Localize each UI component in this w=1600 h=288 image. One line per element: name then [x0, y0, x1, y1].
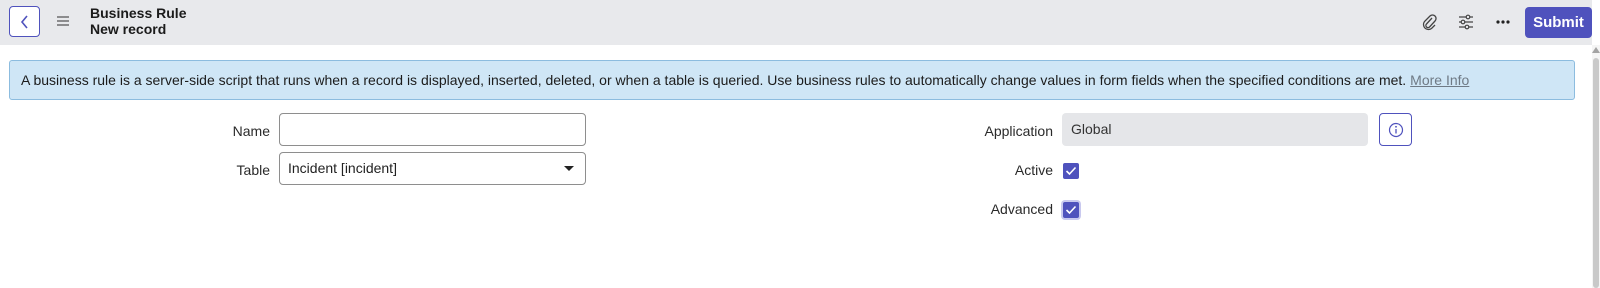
- scrollbar-thumb[interactable]: [1593, 58, 1599, 288]
- checkmark-icon: [1065, 166, 1077, 176]
- attachment-button[interactable]: [1420, 13, 1438, 31]
- advanced-checkbox[interactable]: [1063, 202, 1079, 218]
- more-actions-button[interactable]: [1494, 13, 1512, 31]
- more-info-link[interactable]: More Info: [1410, 72, 1469, 88]
- record-title: Business Rule New record: [90, 5, 186, 37]
- form-header: Business Rule New record Submit: [0, 0, 1592, 45]
- personalize-button[interactable]: [1457, 13, 1475, 31]
- submit-button[interactable]: Submit: [1525, 7, 1592, 38]
- chevron-left-icon: [20, 14, 28, 29]
- active-label: Active: [1014, 162, 1053, 178]
- application-info-button[interactable]: [1379, 113, 1412, 146]
- page-subtitle: New record: [90, 21, 167, 37]
- scroll-up-arrow-icon[interactable]: [1592, 47, 1600, 53]
- active-checkbox[interactable]: [1063, 163, 1079, 179]
- back-button[interactable]: [9, 6, 40, 37]
- paperclip-icon: [1422, 14, 1437, 31]
- checkmark-icon: [1065, 205, 1077, 215]
- page-title: Business Rule: [90, 5, 187, 21]
- banner-text: A business rule is a server-side script …: [21, 72, 1407, 88]
- info-icon: [1388, 122, 1403, 137]
- vertical-scrollbar[interactable]: [1592, 45, 1600, 288]
- sliders-icon: [1459, 14, 1473, 30]
- table-label: Table: [236, 162, 270, 178]
- name-label: Name: [232, 123, 270, 139]
- more-icon: [1496, 20, 1510, 24]
- info-banner: A business rule is a server-side script …: [9, 60, 1575, 100]
- application-field: Global: [1062, 113, 1368, 146]
- advanced-label: Advanced: [990, 201, 1053, 217]
- caret-down-icon: [564, 166, 574, 171]
- menu-icon[interactable]: [56, 14, 70, 28]
- name-input[interactable]: [279, 113, 586, 146]
- application-label: Application: [984, 123, 1054, 139]
- table-select[interactable]: Incident [incident]: [279, 152, 586, 185]
- table-select-value: Incident [incident]: [288, 160, 397, 176]
